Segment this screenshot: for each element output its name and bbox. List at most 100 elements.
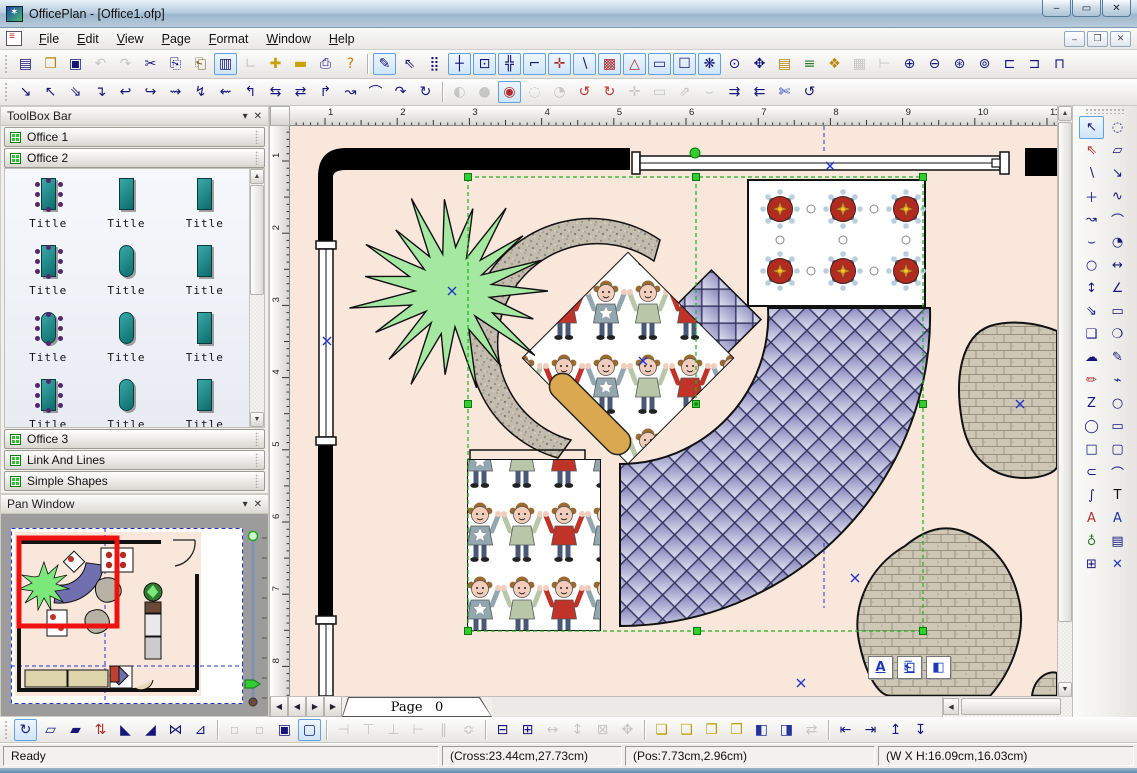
page-next-button[interactable]: ▶ — [306, 697, 324, 717]
new-document-button[interactable]: ▤ — [14, 53, 37, 75]
send-back-button[interactable]: ❑ — [675, 719, 698, 741]
wordart-tool[interactable]: A — [1105, 507, 1130, 530]
align-left-button[interactable]: ⊣ — [332, 719, 355, 741]
rotate-ccw-button[interactable]: ↺ — [573, 81, 596, 103]
line-tool[interactable]: ∖ — [1079, 162, 1104, 185]
toolbox-item[interactable]: Title — [9, 177, 87, 230]
zoom-actual-button[interactable]: ⊚ — [973, 53, 996, 75]
closed-curve-tool[interactable]: ⊂ — [1079, 461, 1104, 484]
snap-center-button[interactable]: ✛ — [548, 53, 571, 75]
arrow-line-tool[interactable]: ↘ — [1105, 162, 1130, 185]
kid-rect-table[interactable] — [468, 450, 600, 630]
rounded-rect-tool[interactable]: ▢ — [1105, 438, 1130, 461]
shape-union-button[interactable]: ● — [473, 81, 496, 103]
toolbox-item[interactable]: Title — [166, 378, 244, 428]
pan-window-header[interactable]: Pan Window ▾✕ — [1, 495, 268, 514]
ungroup-button[interactable]: ◨ — [775, 719, 798, 741]
drawing-canvas[interactable] — [290, 126, 1057, 696]
text-format-tool[interactable]: A — [1079, 507, 1104, 530]
select-object-button[interactable]: ▭ — [648, 53, 671, 75]
rotate-free-button[interactable]: ↻ — [14, 719, 37, 741]
connector-fwd-button[interactable]: ↪ — [139, 81, 162, 103]
arc-node-tool[interactable]: ⌒ — [1105, 208, 1130, 231]
snap-diagonal-button[interactable]: ∖ — [573, 53, 596, 75]
connector-arc-button[interactable]: ⌒ — [364, 81, 387, 103]
zoom-in-button[interactable]: ⊕ — [898, 53, 921, 75]
toolbox-item[interactable]: Title — [9, 378, 87, 428]
toolbar-grip[interactable] — [4, 54, 9, 74]
squiggle-tool[interactable]: ∫ — [1079, 484, 1104, 507]
menu-item[interactable]: Window — [257, 30, 319, 48]
frame-tag-tool[interactable]: ▭ — [1105, 300, 1130, 323]
ruler-button[interactable]: ∟ — [239, 53, 262, 75]
delete-tool[interactable]: ✕ — [1105, 553, 1130, 576]
menu-item[interactable]: Format — [200, 30, 258, 48]
menu-item[interactable]: Edit — [68, 30, 108, 48]
document-icon[interactable] — [6, 31, 22, 46]
triangle-tool-button[interactable]: △ — [623, 53, 646, 75]
fill-button[interactable]: ◧ — [926, 656, 951, 679]
toolbox-item[interactable]: Title — [9, 244, 87, 297]
align-center-v-button[interactable]: ≎ — [457, 719, 480, 741]
close-button[interactable]: ✕ — [1102, 0, 1131, 17]
connector-arrow-button[interactable]: ⇘ — [64, 81, 87, 103]
add-page-button[interactable]: ✚ — [264, 53, 287, 75]
align-right-button[interactable]: ⊢ — [407, 719, 430, 741]
connector-node-button[interactable]: ↝ — [339, 81, 362, 103]
arc-tool[interactable]: ⌣ — [1079, 231, 1104, 254]
tree-view-button[interactable]: ⊢ — [873, 53, 896, 75]
fit-all-button[interactable]: ⊐ — [1023, 53, 1046, 75]
horizontal-ruler[interactable]: 1234567891011 — [290, 106, 1057, 126]
shape-intersect-button[interactable]: ◉ — [498, 81, 521, 103]
text-style-button[interactable]: A — [868, 656, 893, 679]
scroll-up-icon[interactable]: ▲ — [1058, 106, 1072, 121]
connector-corner-button[interactable]: ↱ — [314, 81, 337, 103]
horizontal-scrollbar[interactable]: ◀ — [942, 697, 1072, 717]
angle-tool[interactable]: ∠ — [1105, 277, 1130, 300]
hyperlink-tool[interactable]: ♁ — [1079, 530, 1104, 553]
rotate-shape-button[interactable]: ↻ — [598, 81, 621, 103]
stretch-w-button[interactable]: ↔ — [541, 719, 564, 741]
connector-back-button[interactable]: ↩ — [114, 81, 137, 103]
dimension-h-tool[interactable]: ↔ — [1105, 254, 1130, 277]
page-last-button[interactable]: ▶ — [324, 697, 342, 717]
toolbox-header[interactable]: ToolBox Bar ▾✕ — [1, 107, 268, 126]
window-left-1[interactable] — [316, 241, 336, 445]
text-tool[interactable]: T — [1105, 484, 1130, 507]
select-add-tool[interactable]: ⇖ — [1079, 139, 1104, 162]
menu-item[interactable]: Page — [153, 30, 200, 48]
pan-minimap[interactable] — [1, 514, 268, 716]
toolbox-item[interactable]: Title — [87, 311, 165, 364]
fit-size-button[interactable]: ⊠ — [591, 719, 614, 741]
snap-handles-button[interactable]: ⊡ — [473, 53, 496, 75]
table-tool[interactable]: ⊞ — [1079, 553, 1104, 576]
remove-node-button[interactable]: ▭ — [648, 81, 671, 103]
connector-bend-button[interactable]: ↰ — [239, 81, 262, 103]
marquee-button[interactable]: ▩ — [598, 53, 621, 75]
pencil-tool[interactable]: ✎ — [1105, 346, 1130, 369]
help-button[interactable]: ? — [339, 53, 362, 75]
wall-stub-right[interactable] — [1025, 148, 1057, 176]
undo-button[interactable]: ↶ — [89, 53, 112, 75]
paste-button[interactable]: ⎗ — [189, 53, 212, 75]
nudge-left-button[interactable]: ⇤ — [834, 719, 857, 741]
align-top-button[interactable]: ⊤ — [357, 719, 380, 741]
scroll-down-icon[interactable]: ▼ — [250, 412, 264, 427]
open-button[interactable]: ❐ — [39, 53, 62, 75]
grid-large-button[interactable]: ▦ — [848, 53, 871, 75]
window-left-2[interactable] — [316, 616, 336, 696]
panel-menu-icon[interactable]: ▾ — [243, 111, 248, 122]
panel-close-icon[interactable]: ✕ — [254, 111, 262, 122]
shape-subtract-button[interactable]: ◐ — [448, 81, 471, 103]
flip-rotate-button[interactable]: ⇅ — [89, 719, 112, 741]
align-center-h-button[interactable]: ∥ — [432, 719, 455, 741]
page-first-button[interactable]: ◀ — [270, 697, 288, 717]
toolbar-grip[interactable] — [4, 82, 9, 102]
drawing-viewport[interactable]: A⎗◧ — [290, 126, 1057, 696]
shear-v-button[interactable]: ▰ — [64, 719, 87, 741]
save-button[interactable]: ▣ — [64, 53, 87, 75]
palette-button[interactable]: ❖ — [823, 53, 846, 75]
pie-tool[interactable]: ◔ — [1105, 231, 1130, 254]
callout-rect-tool[interactable]: ❑ — [1079, 323, 1104, 346]
square-tool[interactable]: □ — [1079, 438, 1104, 461]
